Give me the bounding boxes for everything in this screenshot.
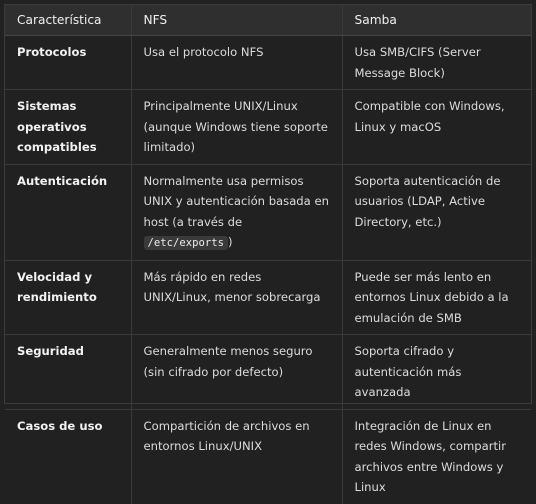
row-feature: Protocolos bbox=[17, 45, 87, 59]
row-samba: Usa SMB/CIFS (Server Message Block) bbox=[341, 35, 531, 90]
row-nfs-text: Normalmente usa permisos UNIX y autentic… bbox=[143, 173, 329, 229]
row-nfs: Principalmente UNIX/Linux (aunque Window… bbox=[130, 89, 342, 164]
header-samba: Samba bbox=[341, 5, 531, 36]
row-nfs: Compartición de archivos en entornos Lin… bbox=[130, 409, 342, 504]
row-nfs-text-end: ) bbox=[228, 235, 233, 249]
table-row: Seguridad Generalmente menos seguro (sin… bbox=[5, 334, 531, 409]
code-path: /etc/exports bbox=[143, 236, 229, 250]
row-samba: Compatible con Windows, Linux y macOS bbox=[341, 89, 531, 164]
row-samba: Puede ser más lento en entornos Linux de… bbox=[341, 260, 531, 335]
table-row: Protocolos Usa el protocolo NFS Usa SMB/… bbox=[5, 35, 531, 90]
row-feature: Autenticación bbox=[17, 173, 108, 188]
row-nfs: Generalmente menos seguro (sin cifrado p… bbox=[130, 334, 342, 409]
table-header-row: Característica NFS Samba bbox=[5, 5, 531, 36]
row-samba: Soporta autenticación de usuarios (LDAP,… bbox=[341, 164, 531, 260]
row-samba: Soporta cifrado y autenticación más avan… bbox=[341, 334, 531, 409]
table-row: Velocidad y rendimiento Más rápido en re… bbox=[5, 260, 531, 335]
table-row: Sistemas operativos compatibles Principa… bbox=[5, 89, 531, 164]
row-feature: Sistemas operativos compatibles bbox=[17, 99, 97, 154]
row-feature: Velocidad y rendimiento bbox=[17, 269, 97, 305]
comparison-table: Característica NFS Samba Protocolos Usa … bbox=[5, 5, 531, 504]
header-feature: Característica bbox=[5, 5, 131, 36]
table-row: Autenticación Normalmente usa permisos U… bbox=[5, 164, 531, 260]
row-samba: Integración de Linux en redes Windows, c… bbox=[341, 409, 531, 504]
header-nfs: NFS bbox=[130, 5, 342, 36]
row-nfs: Más rápido en redes UNIX/Linux, menor so… bbox=[130, 260, 342, 335]
row-feature: Casos de uso bbox=[17, 418, 103, 433]
row-feature: Seguridad bbox=[17, 344, 84, 358]
row-nfs: Usa el protocolo NFS bbox=[130, 35, 342, 90]
row-nfs: Normalmente usa permisos UNIX y autentic… bbox=[130, 164, 342, 260]
table-row: Casos de uso Compartición de archivos en… bbox=[5, 409, 531, 504]
comparison-table-container: Característica NFS Samba Protocolos Usa … bbox=[4, 4, 532, 504]
